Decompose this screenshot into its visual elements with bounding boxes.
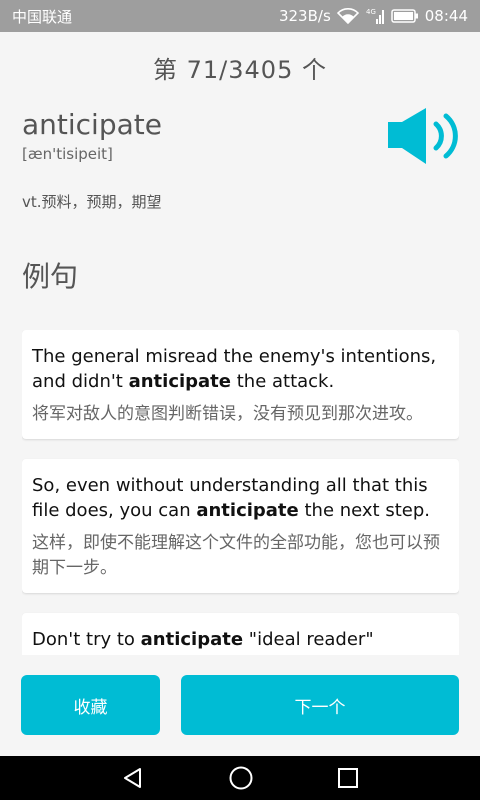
- word-counter: 第 71/3405 个: [153, 56, 327, 84]
- home-icon[interactable]: [228, 765, 254, 791]
- example-keyword: anticipate: [140, 629, 244, 650]
- example-english: The general misread the enemy's intentio…: [32, 344, 449, 394]
- example-keyword: anticipate: [196, 500, 299, 521]
- wifi-icon: [336, 8, 359, 24]
- word-meaning: vt.预料，预期，期望: [22, 193, 162, 211]
- examples-list[interactable]: The general misread the enemy's intentio…: [22, 330, 459, 655]
- example-english: So, even without understanding all that …: [32, 473, 449, 523]
- example-card: Don't try to anticipate "ideal reader": [22, 613, 459, 655]
- svg-text:4G: 4G: [366, 8, 376, 16]
- example-english-text: "ideal reader": [243, 629, 374, 650]
- status-bar: 中国联通 323B/s 4G 08:44: [0, 0, 480, 32]
- recents-icon[interactable]: [337, 767, 359, 789]
- example-chinese: 将军对敌人的意图判断错误，没有预见到那次进攻。: [32, 404, 423, 424]
- speaker-icon[interactable]: [386, 106, 462, 166]
- example-card: The general misread the enemy's intentio…: [22, 330, 459, 439]
- network-speed: 323B/s: [278, 7, 331, 25]
- status-indicators: 323B/s 4G 08:44: [279, 7, 468, 25]
- example-english-text: Don't try to: [32, 629, 141, 650]
- example-english: Don't try to anticipate "ideal reader": [32, 627, 449, 652]
- example-chinese: 这样，即使不能理解这个文件的全部功能，您也可以预期下一步。: [32, 533, 440, 578]
- battery-icon: [391, 8, 419, 24]
- next-button[interactable]: 下一个: [181, 675, 459, 735]
- carrier-name: 中国联通: [12, 7, 73, 26]
- examples-title: 例句: [22, 260, 79, 293]
- example-english-text: the attack.: [231, 371, 335, 392]
- action-bar: 收藏 下一个: [0, 656, 480, 756]
- cellular-signal-icon: 4G: [365, 7, 385, 25]
- example-english-text: the next step.: [298, 500, 430, 521]
- system-nav-bar: [0, 756, 480, 800]
- word-text: anticipate: [22, 108, 162, 141]
- favorite-button[interactable]: 收藏: [21, 675, 160, 735]
- word-phonetic: [æn'tisipeit]: [22, 145, 113, 163]
- clock: 08:44: [424, 7, 468, 25]
- back-icon[interactable]: [121, 766, 145, 790]
- example-card: So, even without understanding all that …: [22, 459, 459, 593]
- example-keyword: anticipate: [128, 371, 231, 392]
- word-header: anticipate [æn'tisipeit]: [22, 108, 162, 163]
